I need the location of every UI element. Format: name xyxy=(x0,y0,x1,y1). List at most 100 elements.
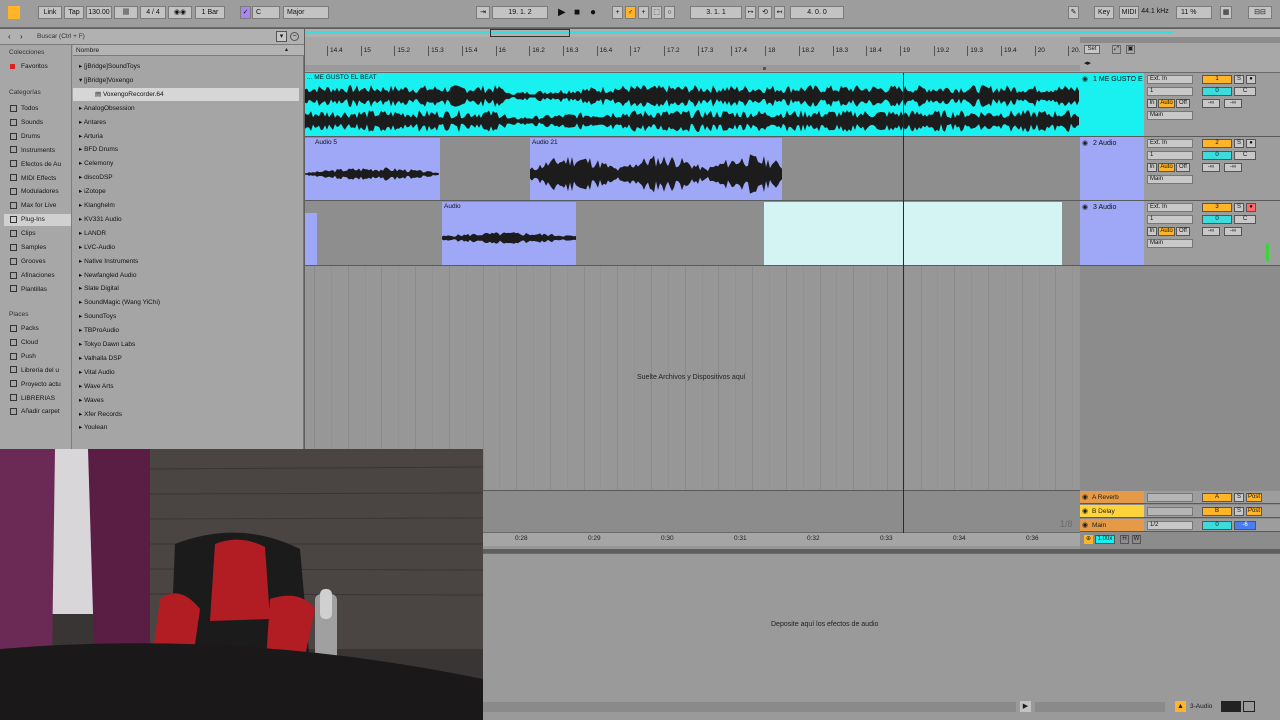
category-efectos-de-au[interactable]: Efectos de Au xyxy=(10,159,61,171)
arrangement-drop-zone[interactable]: Suelte Archivos y Dispositivos aquí xyxy=(637,374,746,381)
collapse-icon[interactable]: − xyxy=(290,32,299,41)
browser-item[interactable]: ▸ Waves xyxy=(79,394,104,407)
tap-button[interactable]: Tap xyxy=(64,6,84,19)
fold-track-icon[interactable]: ◉ xyxy=(1082,521,1088,529)
play-icon[interactable]: ▶ xyxy=(558,7,566,18)
selected-track-name[interactable]: 3-Audio xyxy=(1190,703,1212,710)
session-record-icon[interactable]: ○ xyxy=(664,6,675,19)
sort-icon[interactable]: ▴ xyxy=(285,46,288,53)
input-channel-menu[interactable]: 1 xyxy=(1147,215,1193,224)
input-channel-menu[interactable]: 1 xyxy=(1147,87,1193,96)
app-icon[interactable] xyxy=(8,6,20,19)
re-enable-automation-icon[interactable]: + xyxy=(638,6,649,19)
fold-track-icon[interactable]: ◉ xyxy=(1082,493,1088,501)
w-button[interactable]: W xyxy=(1132,535,1141,544)
beat-time-ruler[interactable]: 14.4 15 15.2 15.3 15.4 16 16.2 16.3 16.4 17 17.2 17… xyxy=(305,29,1280,73)
monitor-auto-button[interactable]: Auto xyxy=(1158,163,1175,172)
input-type-menu[interactable]: Ext. In xyxy=(1147,75,1193,84)
view-toggle-icon[interactable] xyxy=(1221,701,1241,712)
scale-toggle-icon[interactable]: ✓ xyxy=(240,6,251,19)
browser-item[interactable]: ▸ iZotope xyxy=(79,185,106,198)
status-play-icon[interactable]: ▶ xyxy=(1020,701,1031,712)
arm-button[interactable]: ● xyxy=(1246,139,1256,148)
nudge-icon[interactable]: ⫼⫼ xyxy=(114,6,138,19)
track-pan[interactable]: C xyxy=(1234,87,1256,96)
overview-icon[interactable]: ▦ xyxy=(1220,6,1232,19)
category-grooves[interactable]: Grooves xyxy=(10,256,46,268)
track-pan[interactable]: C xyxy=(1234,151,1256,160)
tempo-field[interactable]: 130.00 xyxy=(86,6,112,19)
track-activator[interactable]: 2 xyxy=(1202,139,1232,148)
loop-brace[interactable] xyxy=(305,65,1080,71)
monitor-auto-button[interactable]: Auto xyxy=(1158,99,1175,108)
monitor-off-button[interactable]: Off xyxy=(1176,227,1190,236)
return-b-header[interactable]: ◉ B Delay xyxy=(1080,505,1144,518)
browser-item[interactable]: ▸ SoundMagic (Wang YiChi) xyxy=(79,296,160,309)
main-pan[interactable]: -6 xyxy=(1234,521,1256,530)
send-a-knob[interactable]: -∞ xyxy=(1202,163,1220,172)
loop-length-field[interactable]: 4. 0. 0 xyxy=(790,6,844,19)
send-a-knob[interactable]: -∞ xyxy=(1202,227,1220,236)
fold-track-icon[interactable]: ◉ xyxy=(1082,203,1088,211)
draw-mode-icon[interactable]: ✎ xyxy=(1068,6,1079,19)
input-channel-menu[interactable]: 1 xyxy=(1147,151,1193,160)
clip-fragment[interactable] xyxy=(305,213,317,265)
detail-view-icon[interactable] xyxy=(1243,701,1255,712)
fold-track-icon[interactable]: ◉ xyxy=(1082,139,1088,147)
browser-item[interactable]: ▸ Celemony xyxy=(79,157,113,170)
category-sounds[interactable]: Sounds xyxy=(10,117,43,129)
track-pan[interactable]: C xyxy=(1234,215,1256,224)
filter-icon[interactable]: ▾ xyxy=(276,31,287,42)
device-drop-zone[interactable]: Deposite aquí los efectos de audio xyxy=(771,621,878,628)
playhead[interactable] xyxy=(903,73,904,533)
return-activator[interactable]: A xyxy=(1202,493,1232,502)
monitor-off-button[interactable]: Off xyxy=(1176,163,1190,172)
main-volume[interactable]: 0 xyxy=(1202,521,1232,530)
track-activator[interactable]: 3 xyxy=(1202,203,1232,212)
stop-icon[interactable]: ■ xyxy=(574,7,580,18)
arm-button[interactable]: ● xyxy=(1246,75,1256,84)
midi-map-button[interactable]: MIDI xyxy=(1119,6,1139,19)
selected-track-icon[interactable]: ▲ xyxy=(1175,701,1186,712)
main-output-menu[interactable]: 1/2 xyxy=(1147,521,1193,530)
monitor-in-button[interactable]: In xyxy=(1147,227,1157,236)
device-view[interactable]: Deposite aquí los efectos de audio ▶ ▲ 3… xyxy=(483,553,1280,720)
output-menu[interactable]: Main xyxy=(1147,111,1193,120)
browser-item[interactable]: ▸ SoundToys xyxy=(79,310,116,323)
browser-item[interactable]: ▸ LANDR xyxy=(79,227,106,240)
output-menu[interactable]: Main xyxy=(1147,175,1193,184)
send-b-knob[interactable]: -∞ xyxy=(1224,99,1242,108)
return-output-field[interactable] xyxy=(1147,493,1193,502)
solo-button[interactable]: S xyxy=(1234,493,1244,502)
h-button[interactable]: H xyxy=(1120,535,1129,544)
category-max-for-live[interactable]: Max for Live xyxy=(10,200,56,212)
track-volume[interactable]: 0 xyxy=(1202,215,1232,224)
punch-in-icon[interactable]: ↦ xyxy=(745,6,756,19)
browser-item[interactable]: ▤ VoxengoRecorder.64 xyxy=(73,87,299,101)
place-item[interactable]: Push xyxy=(10,351,36,363)
fold-icon[interactable]: ⤢ xyxy=(1112,45,1121,54)
place-item[interactable]: Añadir carpet xyxy=(10,406,60,418)
place-item[interactable]: Cloud xyxy=(10,337,38,349)
set-button[interactable]: Set xyxy=(1084,45,1100,54)
capture-icon[interactable]: ⬚ xyxy=(651,6,662,19)
scale-menu[interactable]: Major xyxy=(283,6,329,19)
category-afinaciones[interactable]: Afinaciones xyxy=(10,270,55,282)
cpu-meter[interactable]: 11 % xyxy=(1176,6,1212,19)
browser-item[interactable]: ▸ Arturia xyxy=(79,130,103,143)
input-type-menu[interactable]: Ext. In xyxy=(1147,203,1193,212)
track-3-lane[interactable]: Audio xyxy=(305,201,1080,266)
prev-locator-icon[interactable]: ◂▸ xyxy=(1084,59,1091,67)
time-selection[interactable] xyxy=(764,202,1062,265)
browser-item[interactable]: ▸ Slate Digital xyxy=(79,282,119,295)
clip-audio-21[interactable]: Audio 21 xyxy=(530,138,782,200)
post-button[interactable]: Post xyxy=(1246,493,1262,502)
browser-item[interactable]: ▸ LVC-Audio xyxy=(79,241,115,254)
forward-icon[interactable]: › xyxy=(20,32,23,41)
favorites-item[interactable]: Favoritos xyxy=(10,61,48,73)
send-b-knob[interactable]: -∞ xyxy=(1224,163,1242,172)
category-plug-ins[interactable]: Plug-Ins xyxy=(4,214,71,227)
track-volume[interactable]: 0 xyxy=(1202,151,1232,160)
browser-item[interactable]: ▸ KV331 Audio xyxy=(79,213,122,226)
monitor-auto-button[interactable]: Auto xyxy=(1158,227,1175,236)
